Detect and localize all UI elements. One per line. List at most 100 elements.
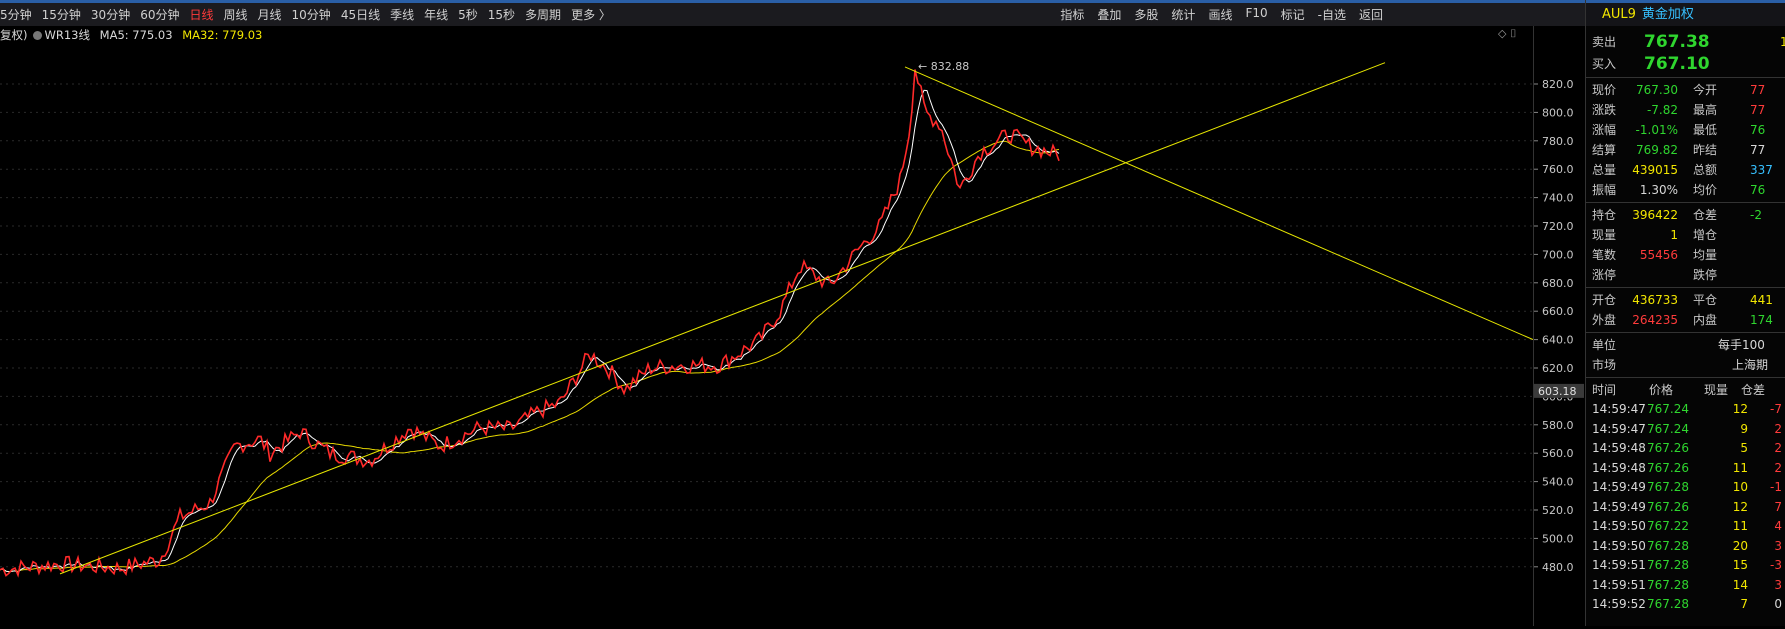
quote-row: 涨跌 -7.82 最高 77	[1586, 100, 1785, 120]
period-tab[interactable]: 5分钟	[0, 6, 32, 23]
tick-row[interactable]: 14:59:50 767.22 11 4	[1586, 517, 1785, 537]
tick-row[interactable]: 14:59:47 767.24 9 2	[1586, 420, 1785, 440]
quote-row: 结算 769.82 昨结 77	[1586, 140, 1785, 160]
unit-label: 单位	[1592, 338, 1617, 352]
quote-row: 笔数 55456 均量	[1586, 245, 1785, 265]
tick-d: 3	[1774, 577, 1782, 592]
tick-row[interactable]: 14:59:48 767.26 11 2	[1586, 459, 1785, 479]
quote-row: 持仓 396422 仓差 -2	[1586, 205, 1785, 225]
field-label: 仓差	[1693, 208, 1718, 222]
kline-chart[interactable]: ← 832.88	[0, 44, 1533, 626]
uptrend-line[interactable]	[59, 62, 1386, 575]
tick-d: -1	[1770, 480, 1782, 494]
axis-label: 500.0	[1542, 532, 1574, 545]
quote-table: 现价 767.30 今开 77 涨跌 -7.82 最高 77 涨幅 -1.01% 最低 76 结算 769…	[1586, 80, 1785, 200]
tick-row[interactable]: 14:59:48 767.26 5 2	[1586, 439, 1785, 459]
field-value: 77	[1750, 103, 1766, 117]
period-tab[interactable]: 月线	[258, 6, 282, 23]
tick-row[interactable]: 14:59:51 767.28 14 3	[1586, 576, 1785, 596]
field-label: 笔数	[1592, 248, 1617, 262]
period-tab[interactable]: 30分钟	[91, 6, 130, 23]
tool-button[interactable]: 叠加	[1097, 6, 1121, 23]
field-label: 涨跌	[1592, 103, 1617, 117]
field-label: 跌停	[1693, 268, 1718, 282]
period-tab[interactable]: 更多 〉	[571, 6, 611, 23]
position-table: 持仓 396422 仓差 -2 现量 1 增仓 笔数 55456 均量 涨停 跌停	[1586, 205, 1785, 285]
axis-label: 540.0	[1542, 476, 1574, 489]
axis-label: 800.0	[1542, 106, 1574, 119]
period-tab[interactable]: 45日线	[341, 6, 380, 23]
tick-row[interactable]: 14:59:49 767.26 12 7	[1586, 498, 1785, 518]
field-label: 总额	[1693, 163, 1718, 177]
price-line	[0, 69, 1060, 578]
unit-value: 每手100	[1718, 338, 1765, 352]
tick-p: 767.24	[1647, 421, 1689, 436]
period-tab[interactable]: 60分钟	[140, 6, 179, 23]
period-tab[interactable]: 日线	[189, 6, 213, 23]
downtrend-line[interactable]	[904, 66, 1533, 341]
period-tab[interactable]: 季线	[390, 6, 414, 23]
tick-d: 3	[1774, 538, 1782, 553]
field-label: 均价	[1693, 183, 1718, 197]
tick-row[interactable]: 14:59:50 767.28 20 3	[1586, 537, 1785, 557]
axis-label: 780.0	[1542, 135, 1574, 148]
tool-button[interactable]: 多股	[1134, 6, 1158, 23]
tick-v: 12	[1732, 402, 1748, 416]
field-label: 总量	[1592, 163, 1617, 177]
tool-button[interactable]: F10	[1245, 6, 1267, 23]
tool-button[interactable]: 标记	[1281, 6, 1305, 23]
field-value: 77	[1750, 83, 1766, 97]
axis-label: 660.0	[1542, 305, 1574, 318]
tick-v: 11	[1732, 519, 1748, 533]
tick-p: 767.26	[1647, 499, 1689, 514]
tick-row[interactable]: 14:59:47 767.24 12 -7	[1586, 400, 1785, 420]
tick-p: 767.28	[1647, 577, 1689, 592]
period-tab[interactable]: 年线	[424, 6, 448, 23]
instrument-name: 黄金加权	[1641, 7, 1694, 22]
field-label: 开仓	[1592, 293, 1617, 307]
tool-button[interactable]: 画线	[1208, 6, 1232, 23]
axis-label: 680.0	[1542, 277, 1574, 290]
quote-row: 现价 767.30 今开 77	[1586, 80, 1785, 100]
tick-d: 2	[1774, 421, 1782, 436]
tick-list[interactable]: 14:59:47 767.24 12 -7 14:59:47 767.24 9 2 14:59:…	[1586, 400, 1785, 615]
period-tab[interactable]: 周线	[224, 6, 248, 23]
field-value: 337	[1750, 163, 1773, 177]
field-value: -1.01%	[1635, 123, 1678, 137]
tick-row[interactable]: 14:59:51 767.28 15 -3	[1586, 556, 1785, 576]
ma5-line	[0, 89, 1060, 573]
chart-corner-icons[interactable]: ◇ ⌷	[1498, 27, 1517, 41]
indicator-label[interactable]: WR13线	[45, 28, 91, 42]
tick-row[interactable]: 14:59:52 767.28 7 0	[1586, 595, 1785, 615]
quote-row: 现量 1 增仓	[1586, 225, 1785, 245]
tick-p: 767.28	[1647, 480, 1689, 494]
field-label: 涨停	[1592, 268, 1617, 282]
field-value: 769.82	[1636, 143, 1678, 157]
tick-d: -3	[1770, 558, 1782, 572]
period-tab[interactable]: 10分钟	[292, 6, 331, 23]
quote-row: 涨停 跌停	[1586, 265, 1785, 285]
chart-info-bar: 复权) WR13线 MA5: 775.03 MA32: 779.03	[0, 26, 262, 44]
axis-label: 820.0	[1542, 78, 1574, 91]
tool-button[interactable]: 统计	[1171, 6, 1195, 23]
period-tab[interactable]: 多周期	[525, 6, 561, 23]
tick-p: 767.24	[1647, 402, 1689, 416]
field-label: 振幅	[1592, 183, 1617, 197]
tool-menu: 指标 叠加 多股 统计 画线 F10 标记 -自选 返回	[1047, 6, 1383, 23]
tool-button[interactable]: 返回	[1359, 6, 1383, 23]
tick-p: 767.28	[1647, 597, 1689, 611]
instrument-code: AUL9	[1602, 7, 1636, 22]
field-value: 55456	[1639, 248, 1678, 262]
tool-button[interactable]: 指标	[1060, 6, 1084, 23]
period-tab[interactable]: 5秒	[458, 6, 478, 23]
field-label: 现价	[1592, 83, 1617, 97]
quote-row: 开仓 436733 平仓 441	[1586, 290, 1785, 310]
tool-button[interactable]: -自选	[1318, 6, 1346, 23]
tick-row[interactable]: 14:59:49 767.28 10 -1	[1586, 478, 1785, 498]
period-tab[interactable]: 15秒	[488, 6, 515, 23]
indicator-dot-icon[interactable]	[32, 31, 42, 40]
axis-label: 760.0	[1542, 163, 1574, 176]
tick-v: 7	[1740, 597, 1748, 611]
tick-t: 14:59:51	[1592, 577, 1646, 592]
period-tab[interactable]: 15分钟	[42, 6, 81, 23]
